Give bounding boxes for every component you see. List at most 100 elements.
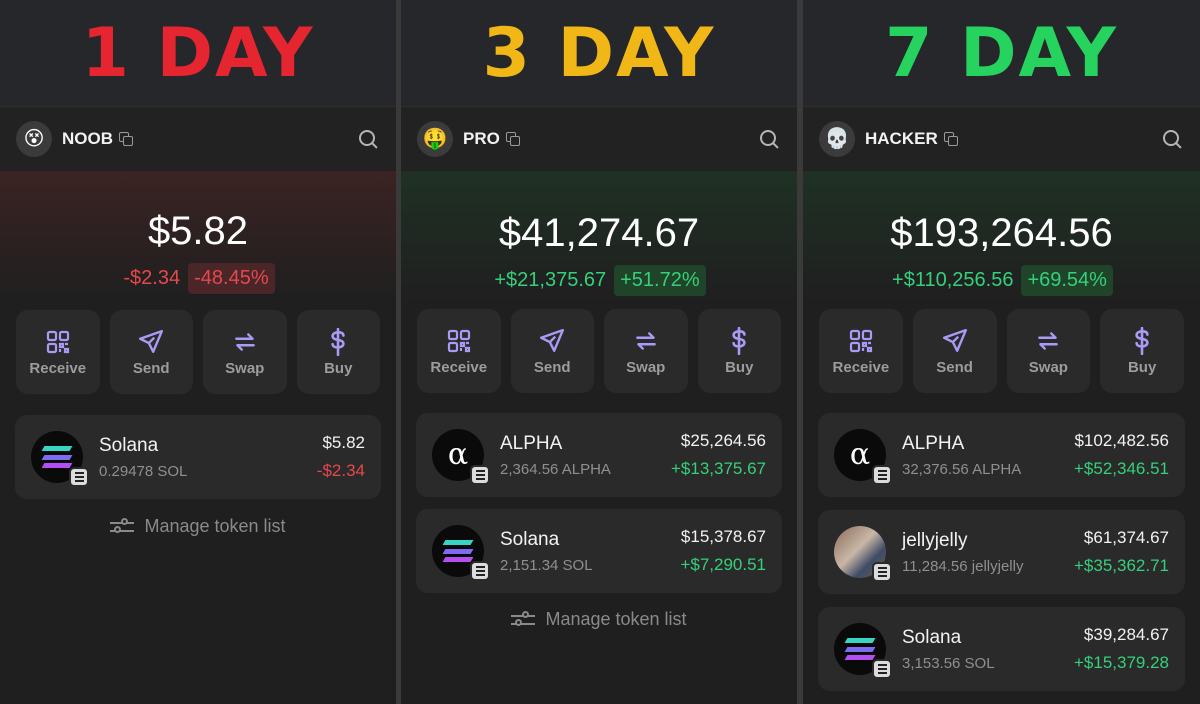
solana-chain-badge-icon [872,562,892,582]
token-name: jellyjelly [902,529,968,551]
paper-plane-icon [538,327,566,355]
receive-button[interactable]: Receive [16,310,100,394]
token-amount: 2,151.34 SOL [500,556,593,574]
total-balance: $193,264.56 [890,211,1113,255]
token-amount: 0.29478 SOL [99,462,188,480]
send-button[interactable]: Send [912,309,997,393]
buy-label: Buy [324,359,353,377]
token-name: ALPHA [902,432,965,454]
send-button[interactable]: Send [109,310,193,394]
paper-plane-icon [941,327,969,355]
account-bar: 💀 HACKER [803,106,1200,170]
solana-chain-badge-icon [872,659,892,679]
swap-arrows-icon [231,328,259,356]
token-row-jellyjelly[interactable]: jellyjelly 11,284.56 jellyjelly $61,374.… [818,510,1185,594]
token-row-solana[interactable]: Solana 0.29478 SOL $5.82 -$2.34 [15,415,381,499]
receive-button[interactable]: Receive [819,309,903,393]
balance-change: -$2.34 -48.45% [0,263,396,294]
svg-text:α: α [448,441,468,469]
change-usd: +$110,256.56 [892,269,1014,291]
token-value: $25,264.56 [680,431,766,450]
token-value: $102,482.56 [1074,431,1169,450]
swap-button[interactable]: Swap [203,310,287,394]
buy-button[interactable]: Buy [1100,309,1184,393]
wallet-panel-3-day: 3 DAY 🤑 PRO $41,274.67 +$21,375.67 +51.7… [401,0,797,704]
wallet-panel-1-day: 1 DAY 😵 NOOB $5.82 -$2.34 -48.45% Receiv… [0,0,396,704]
token-row-solana[interactable]: Solana 3,153.56 SOL $39,284.67 +$15,379.… [818,607,1185,691]
swap-label: Swap [626,358,666,376]
alpha-logo-icon: α [432,429,490,485]
search-icon[interactable] [1160,127,1184,151]
account-bar: 😵 NOOB [0,106,396,170]
swap-button[interactable]: Swap [1006,309,1091,393]
send-button[interactable]: Send [510,309,594,393]
period-banner: 3 DAY [401,0,797,106]
token-amount: 32,376.56 ALPHA [902,460,1022,478]
manage-token-list-label: Manage token list [144,516,286,536]
buy-label: Buy [725,358,754,376]
token-change: +$7,290.51 [680,555,766,574]
balance-change: +$110,256.56 +69.54% [803,265,1200,296]
balance-change: +$21,375.67 +51.72% [401,265,797,296]
qr-code-icon [445,327,473,355]
manage-token-list-button[interactable]: Manage token list [401,609,797,630]
solana-chain-badge-icon [872,465,892,485]
token-amount: 2,364.56 ALPHA [500,460,611,478]
token-name: Solana [99,434,159,456]
paper-plane-icon [137,328,165,356]
action-row: Receive Send Swap Buy [16,310,380,394]
alpha-logo-icon: α [834,429,892,485]
account-name[interactable]: NOOB [62,129,113,149]
search-icon[interactable] [757,127,781,151]
account-avatar[interactable]: 💀 [819,120,855,157]
send-label: Send [936,358,973,376]
manage-token-list-button[interactable]: Manage token list [0,516,396,537]
send-label: Send [533,358,571,376]
token-name: Solana [500,528,560,550]
swap-button[interactable]: Swap [604,309,688,393]
copy-icon[interactable] [119,131,133,146]
account-avatar[interactable]: 😵 [16,120,52,157]
change-percent: -48.45% [188,263,275,294]
token-change: -$2.34 [316,461,365,480]
receive-label: Receive [430,358,488,376]
token-row-solana[interactable]: Solana 2,151.34 SOL $15,378.67 +$7,290.5… [416,509,782,593]
token-change: +$35,362.71 [1073,556,1169,575]
buy-label: Buy [1127,358,1157,376]
total-balance: $5.82 [147,209,249,253]
balance-section: $5.82 -$2.34 -48.45% [0,171,396,301]
total-balance: $41,274.67 [498,211,700,255]
swap-label: Swap [225,359,265,377]
dollar-icon [324,327,352,356]
token-value: $15,378.67 [680,527,766,546]
change-percent: +51.72% [614,265,706,296]
search-icon[interactable] [356,127,380,151]
change-percent: +69.54% [1021,265,1113,296]
change-usd: +$21,375.67 [494,269,607,291]
solana-chain-badge-icon [69,467,89,487]
token-change: +$52,346.51 [1073,459,1169,478]
copy-icon[interactable] [943,131,958,146]
swap-arrows-icon [632,327,660,355]
buy-button[interactable]: Buy [697,309,781,393]
buy-button[interactable]: Buy [296,310,380,394]
solana-logo-icon [834,623,892,679]
token-row-alpha[interactable]: α ALPHA 32,376.56 ALPHA $102,482.56 +$52… [818,413,1185,497]
solana-chain-badge-icon [470,561,490,581]
swap-arrows-icon [1034,327,1062,355]
solana-logo-icon [432,525,490,581]
qr-code-icon [847,327,875,355]
token-value: $5.82 [322,433,365,452]
send-label: Send [132,359,170,377]
account-avatar[interactable]: 🤑 [417,120,453,157]
receive-button[interactable]: Receive [417,309,501,393]
copy-icon[interactable] [505,131,520,146]
token-row-alpha[interactable]: α ALPHA 2,364.56 ALPHA $25,264.56 +$13,3… [416,413,782,497]
jellyjelly-avatar-icon [834,526,892,582]
token-amount: 3,153.56 SOL [902,654,995,672]
account-name[interactable]: HACKER [865,129,938,149]
token-name: ALPHA [500,432,563,454]
account-name[interactable]: PRO [463,129,500,149]
token-change: +$15,379.28 [1073,653,1169,672]
token-amount: 11,284.56 jellyjelly [902,557,1024,575]
